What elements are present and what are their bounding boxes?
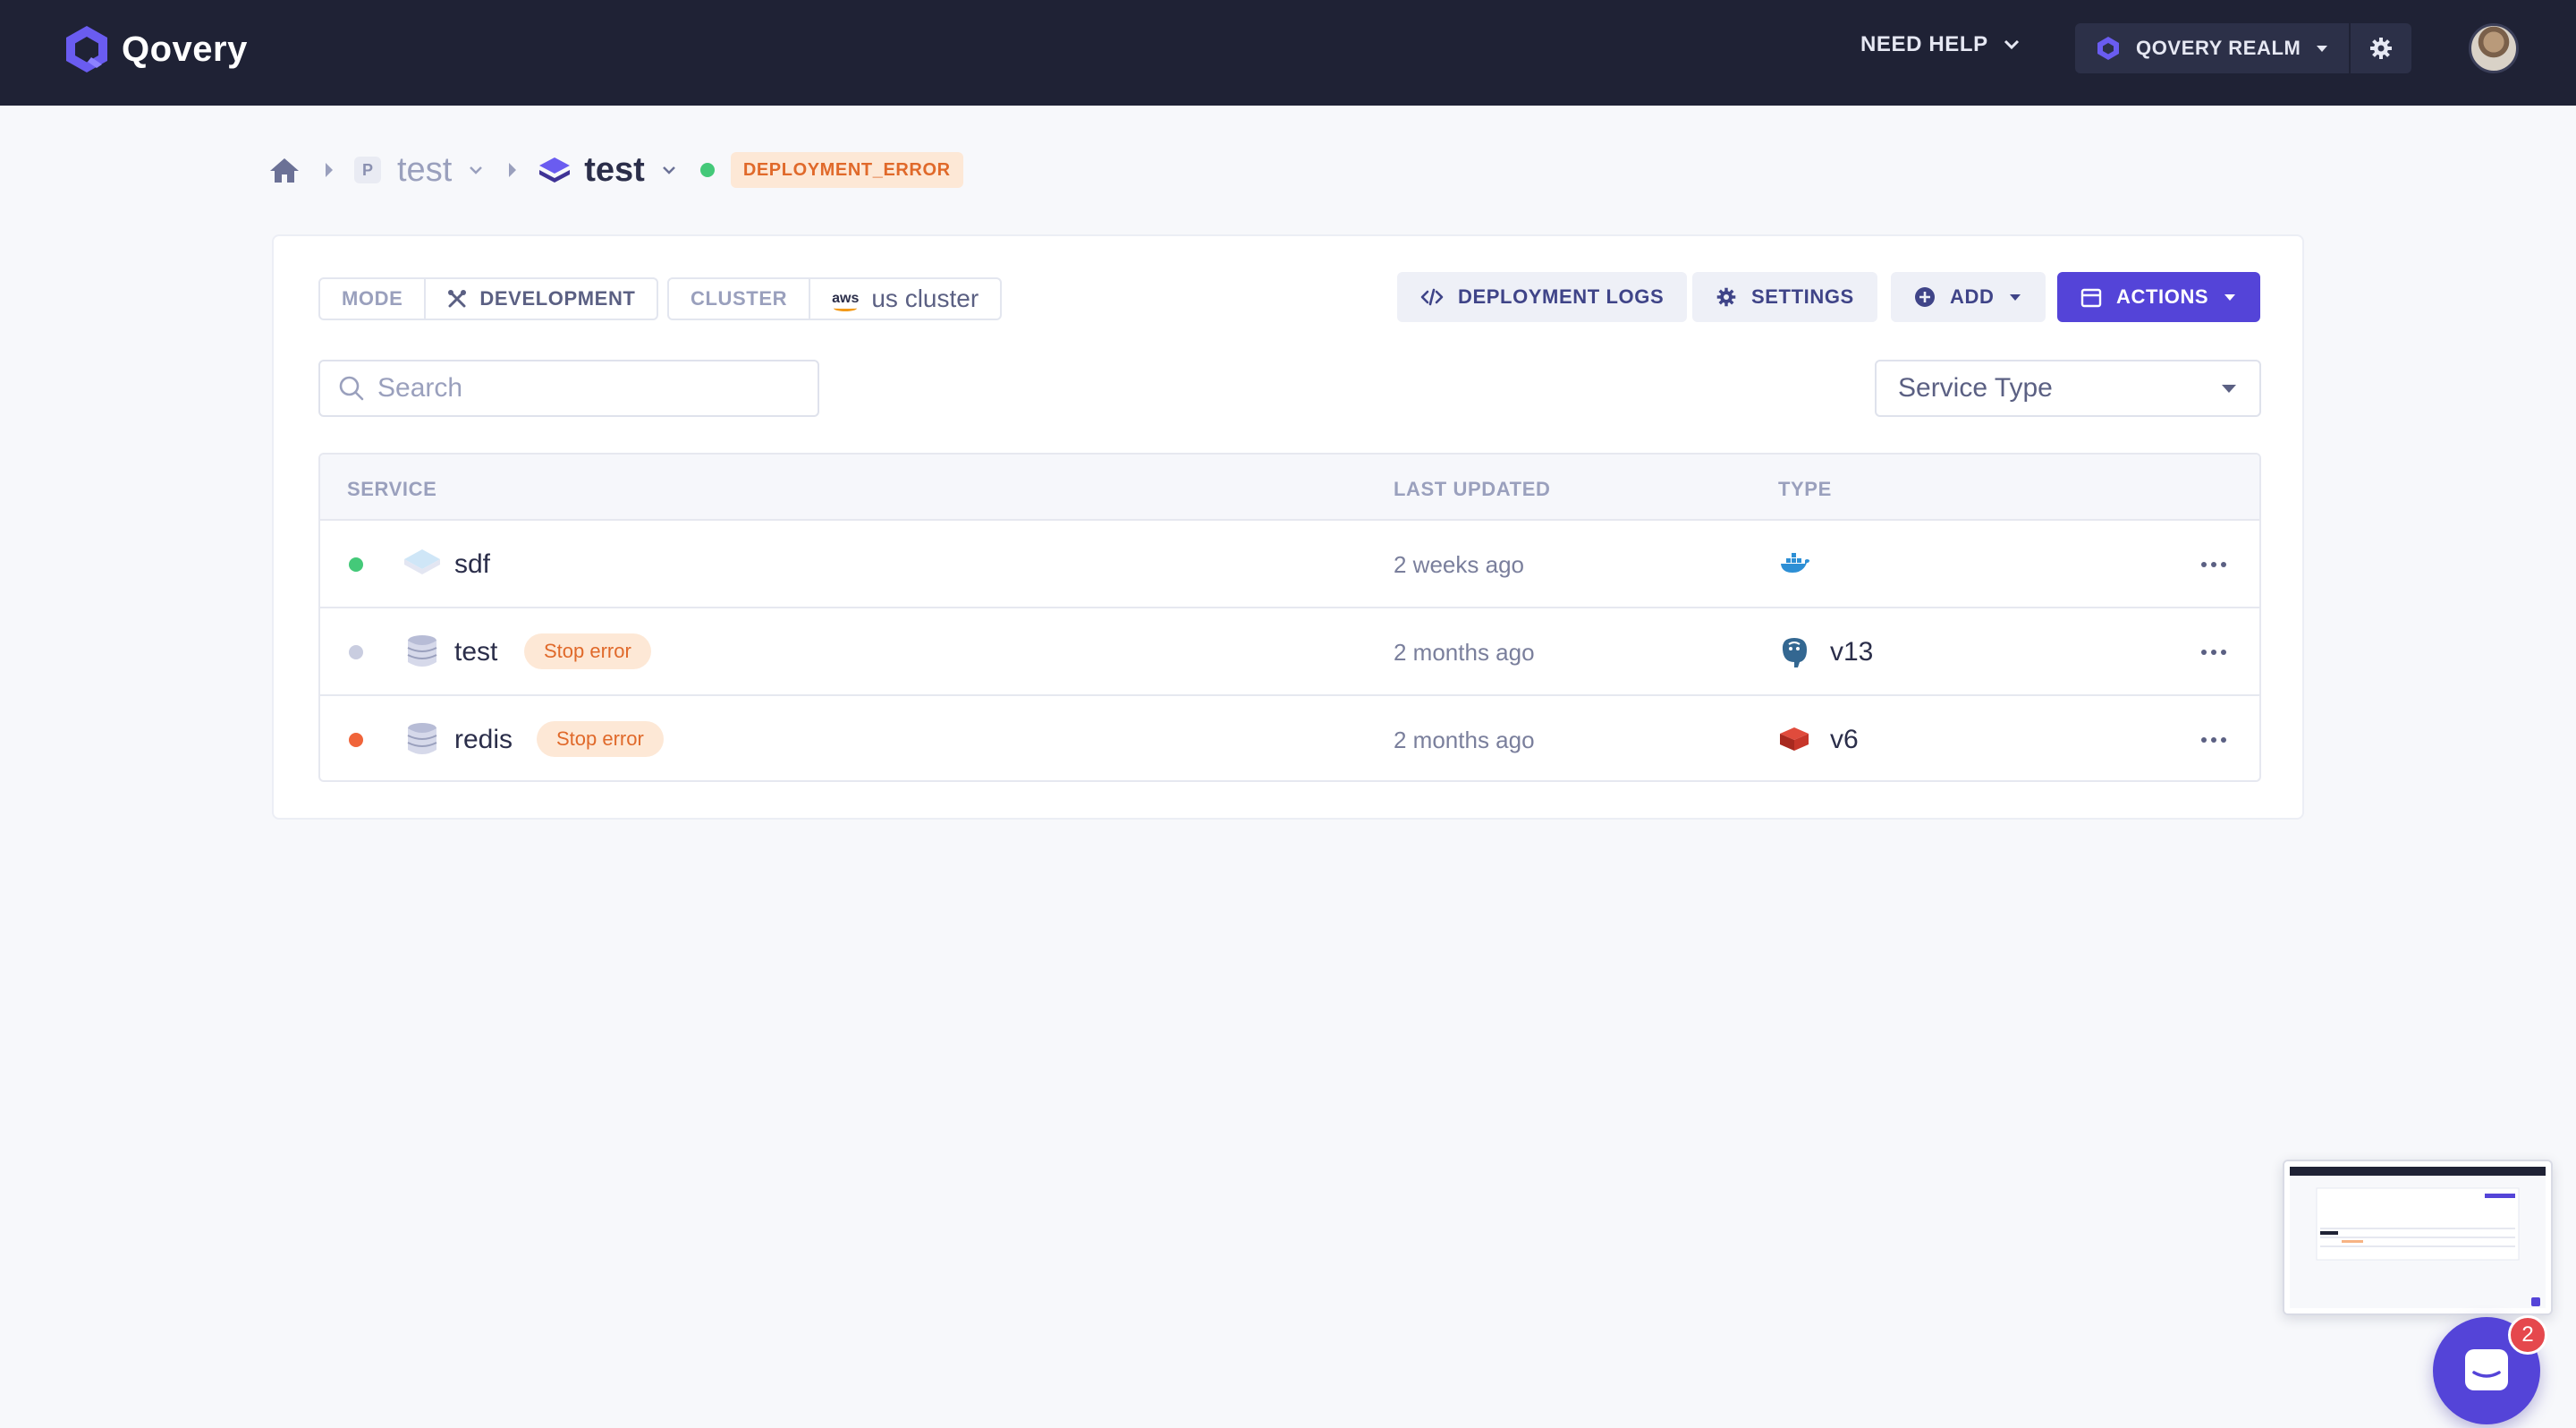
service-version: v6 <box>1830 725 1859 754</box>
gear-icon <box>1716 287 1736 307</box>
row-more-button[interactable] <box>2190 628 2238 676</box>
chevron-down-icon[interactable] <box>468 165 484 175</box>
code-icon <box>1420 288 1444 306</box>
cluster-name: us cluster <box>871 285 979 312</box>
actions-label: ACTIONS <box>2116 285 2209 308</box>
chat-icon <box>2465 1349 2508 1390</box>
application-icon <box>404 549 440 574</box>
row-more-button[interactable] <box>2190 716 2238 764</box>
service-error-badge: Stop error <box>524 633 651 669</box>
service-error-badge: Stop error <box>537 721 664 757</box>
mode-label: MODE <box>320 279 427 319</box>
chevron-down-icon[interactable] <box>661 165 677 175</box>
environment-layers-icon <box>539 157 571 183</box>
table-row[interactable]: sdf 2 weeks ago <box>320 521 2259 608</box>
project-badge: P <box>354 157 381 183</box>
deployment-logs-button[interactable]: DEPLOYMENT LOGS <box>1397 272 1688 322</box>
cluster-value[interactable]: aws us cluster <box>810 279 1000 319</box>
cluster-label: CLUSTER <box>669 279 811 319</box>
service-status-dot <box>349 733 363 747</box>
table-header: SERVICE LAST UPDATED TYPE <box>320 455 2259 521</box>
column-header-service: SERVICE <box>347 478 437 500</box>
settings-button[interactable]: SETTINGS <box>1692 272 1877 322</box>
service-status-dot <box>349 645 363 659</box>
home-icon[interactable] <box>268 156 301 184</box>
organization-name: QOVERY REALM <box>2136 37 2301 59</box>
organization-settings-button[interactable] <box>2349 23 2411 73</box>
service-status-dot <box>349 557 363 572</box>
caret-down-icon <box>2317 46 2328 52</box>
caret-down-icon <box>2222 385 2236 393</box>
service-last-updated: 2 months ago <box>1394 727 1535 753</box>
breadcrumb-project[interactable]: test <box>397 151 452 190</box>
service-version: v13 <box>1830 637 1874 667</box>
add-label: ADD <box>1950 285 1995 308</box>
search-input[interactable] <box>377 373 807 404</box>
organization-switcher: QOVERY REALM <box>2075 23 2411 73</box>
breadcrumb-separator-icon <box>509 163 517 177</box>
calendar-icon <box>2080 288 2102 308</box>
docker-icon <box>1781 553 1809 573</box>
service-name[interactable]: sdf <box>454 549 490 580</box>
column-header-last-updated: LAST UPDATED <box>1394 478 1551 500</box>
organization-select[interactable]: QOVERY REALM <box>2075 23 2349 73</box>
service-name[interactable]: test <box>454 637 497 667</box>
service-last-updated: 2 weeks ago <box>1394 551 1524 578</box>
row-more-button[interactable] <box>2190 540 2238 589</box>
service-name[interactable]: redis <box>454 725 513 755</box>
database-icon <box>407 635 437 667</box>
gear-icon <box>2370 38 2392 59</box>
service-type-select[interactable]: Service Type <box>1875 360 2261 417</box>
mode-indicator: MODE DEVELOPMENT <box>318 277 659 320</box>
breadcrumb-environment[interactable]: test <box>584 151 645 190</box>
postgresql-icon <box>1782 638 1807 667</box>
need-help-label: NEED HELP <box>1860 32 1988 56</box>
environment-status-badge: DEPLOYMENT_ERROR <box>730 152 963 188</box>
environment-status-dot <box>699 163 715 177</box>
cluster-indicator: CLUSTER aws us cluster <box>667 277 1003 320</box>
qovery-logo-icon <box>66 26 107 72</box>
search-field <box>318 360 819 417</box>
caret-down-icon <box>2224 294 2236 301</box>
qovery-org-icon <box>2097 37 2119 60</box>
redis-icon <box>1780 727 1809 751</box>
service-last-updated: 2 months ago <box>1394 639 1535 666</box>
chat-unread-badge: 2 <box>2508 1315 2547 1355</box>
top-navbar: Qovery NEED HELP QOVERY REALM <box>0 0 2576 106</box>
mode-value-text: DEVELOPMENT <box>479 287 636 310</box>
add-service-button[interactable]: ADD <box>1891 272 2046 322</box>
user-avatar[interactable] <box>2469 23 2519 73</box>
plus-circle-icon <box>1915 287 1935 307</box>
actions-button[interactable]: ACTIONS <box>2057 272 2261 322</box>
environment-services-card: MODE DEVELOPMENT CLUSTER aws us cluster … <box>272 234 2304 820</box>
database-icon <box>407 723 437 754</box>
chevron-down-icon <box>2004 39 2019 50</box>
service-type-value: Service Type <box>1898 373 2053 403</box>
qovery-logo[interactable]: Qovery <box>61 23 248 75</box>
search-icon <box>339 376 364 401</box>
mode-value: DEVELOPMENT <box>426 279 657 319</box>
need-help-menu[interactable]: NEED HELP <box>1860 32 2021 57</box>
breadcrumb: P test test DEPLOYMENT_ERROR <box>268 147 963 193</box>
table-row[interactable]: redis Stop error 2 months ago v6 <box>320 696 2259 780</box>
aws-icon: aws <box>832 291 860 311</box>
caret-down-icon <box>2010 294 2021 301</box>
tools-icon <box>448 290 467 308</box>
deployment-logs-label: DEPLOYMENT LOGS <box>1458 285 1665 308</box>
breadcrumb-separator-icon <box>326 163 333 177</box>
column-header-type: TYPE <box>1778 478 1832 500</box>
settings-label: SETTINGS <box>1751 285 1854 308</box>
app-name: Qovery <box>122 29 248 69</box>
screenshot-preview-image <box>2284 1161 2551 1313</box>
table-row[interactable]: test Stop error 2 months ago v13 <box>320 608 2259 696</box>
services-table: SERVICE LAST UPDATED TYPE sdf 2 weeks ag… <box>318 453 2261 782</box>
screenshot-preview[interactable] <box>2283 1160 2553 1315</box>
